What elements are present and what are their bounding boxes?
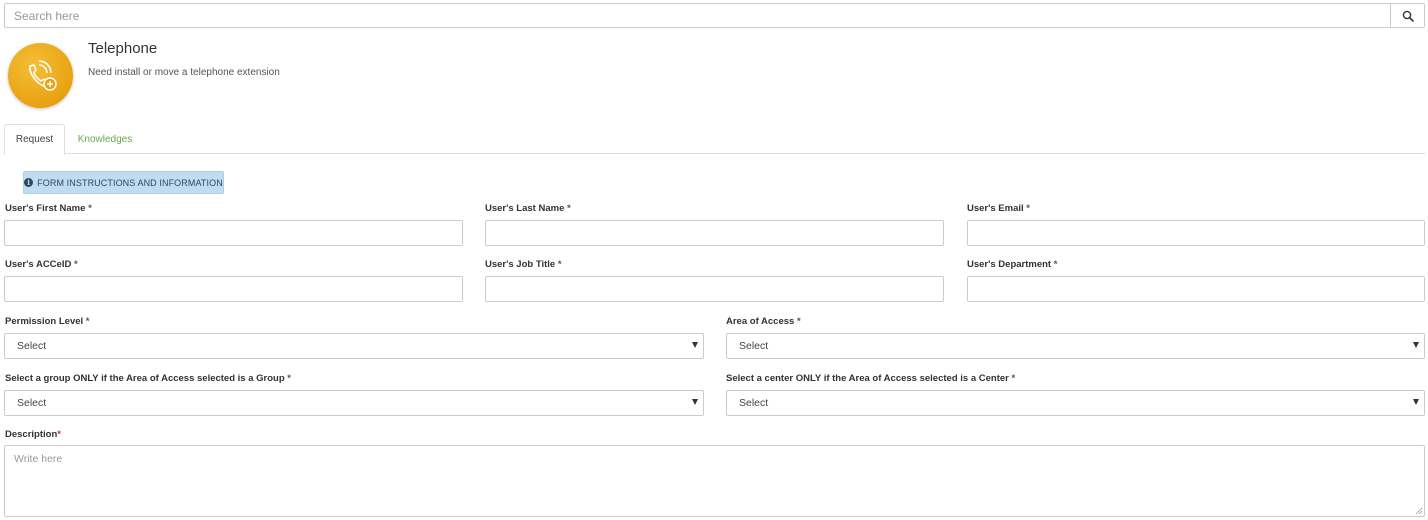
first-name-input[interactable] <box>4 220 463 246</box>
search-button[interactable] <box>1390 4 1424 27</box>
form-instructions-button[interactable]: i FORM INSTRUCTIONS AND INFORMATION <box>23 171 224 194</box>
tab-knowledges[interactable]: Knowledges <box>68 124 142 154</box>
job-title-label: User's Job Title * <box>485 259 562 270</box>
area-of-access-label: Area of Access * <box>726 316 801 327</box>
area-of-access-select[interactable]: Select <box>726 333 1425 359</box>
area-of-access-value: Select <box>739 340 769 352</box>
job-title-input[interactable] <box>485 276 944 302</box>
acceid-label: User's ACCeID * <box>5 259 78 270</box>
search-bar <box>4 3 1425 28</box>
group-value: Select <box>17 397 47 409</box>
center-select[interactable]: Select <box>726 390 1425 416</box>
permission-level-select[interactable]: Select <box>4 333 704 359</box>
service-title: Telephone <box>88 40 158 57</box>
search-input[interactable] <box>5 4 1390 27</box>
description-textarea[interactable] <box>4 445 1425 517</box>
service-logo <box>8 43 73 108</box>
tab-bar: Request Knowledges <box>4 124 1425 155</box>
tab-request[interactable]: Request <box>4 124 65 155</box>
info-icon: i <box>24 178 34 187</box>
chevron-down-icon <box>1413 399 1419 405</box>
last-name-label: User's Last Name * <box>485 203 571 214</box>
service-subtitle: Need install or move a telephone extensi… <box>88 67 280 78</box>
chevron-down-icon <box>1413 342 1419 348</box>
acceid-input[interactable] <box>4 276 463 302</box>
center-label: Select a center ONLY if the Area of Acce… <box>726 373 1016 384</box>
search-icon <box>1402 10 1414 22</box>
first-name-label: User's First Name * <box>5 203 92 214</box>
department-label: User's Department * <box>967 259 1058 270</box>
email-label: User's Email * <box>967 203 1030 214</box>
last-name-input[interactable] <box>485 220 944 246</box>
permission-level-label: Permission Level * <box>5 316 90 327</box>
resize-handle-icon[interactable] <box>1415 507 1423 515</box>
permission-level-value: Select <box>17 340 47 352</box>
group-select[interactable]: Select <box>4 390 704 416</box>
group-label: Select a group ONLY if the Area of Acces… <box>5 373 291 384</box>
form-instructions-label: FORM INSTRUCTIONS AND INFORMATION <box>37 177 223 188</box>
email-input[interactable] <box>967 220 1425 246</box>
chevron-down-icon <box>692 399 698 405</box>
description-label: Description* <box>5 429 61 440</box>
chevron-down-icon <box>692 342 698 348</box>
department-input[interactable] <box>967 276 1425 302</box>
center-value: Select <box>739 397 769 409</box>
phone-add-icon <box>28 59 57 91</box>
